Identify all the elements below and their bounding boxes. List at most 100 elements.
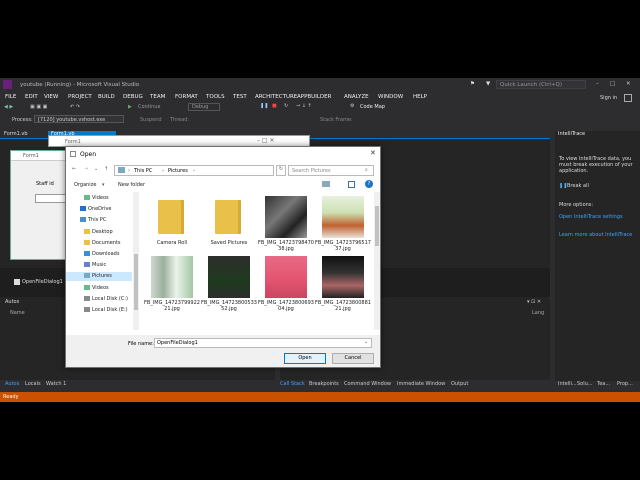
nav-item-pictures[interactable]: Pictures [66, 272, 132, 282]
close-icon[interactable]: ✕ [626, 81, 631, 87]
files-scrollbar[interactable] [374, 192, 380, 330]
search-icon[interactable]: ⌕ [365, 167, 368, 173]
menu-debug[interactable]: DEBUG [123, 94, 143, 100]
nav-item-desktop[interactable]: Desktop [66, 228, 132, 237]
cancel-button[interactable]: Cancel [332, 353, 374, 364]
open-button[interactable]: Open [284, 353, 326, 364]
right-tab-0[interactable]: Intelli... [558, 381, 577, 387]
suspend-button[interactable]: Suspend [140, 117, 162, 123]
continue-button[interactable]: Continue [138, 104, 160, 110]
break-all-link[interactable]: Break all [567, 183, 589, 189]
nav-item-documents[interactable]: Documents [66, 239, 132, 248]
autos-col-name[interactable]: Name [10, 310, 25, 316]
refresh-icon[interactable]: ↻ [276, 165, 286, 176]
learn-more-link[interactable]: Learn more about IntelliTrace [559, 232, 632, 238]
tab-form1-code[interactable]: Form1.vb [4, 131, 28, 137]
nav-item-local-disk-e-[interactable]: Local Disk (E:) [66, 306, 132, 315]
right-tab-3[interactable]: Prop... [617, 381, 633, 387]
view-options-icon[interactable] [322, 181, 330, 187]
tab-breakpoints[interactable]: Breakpoints [309, 381, 339, 387]
file-item[interactable]: FB_IMG_1472380088121.jpg [315, 256, 371, 316]
code-map-button[interactable]: Code Map [360, 104, 385, 110]
nav-item-videos[interactable]: Videos [66, 284, 132, 293]
file-item[interactable]: FB_IMG_1472379847038.jpg [258, 196, 314, 256]
minimize-icon[interactable]: – [596, 81, 599, 87]
tab-output[interactable]: Output [451, 381, 468, 387]
nav-item-music[interactable]: Music [66, 261, 132, 270]
menu-window[interactable]: WINDOW [378, 94, 403, 100]
menu-test[interactable]: TEST [233, 94, 247, 100]
back-forward-icon[interactable]: ◀ ▶ [4, 104, 13, 110]
nav-scroll-thumb[interactable] [134, 254, 138, 310]
menu-tools[interactable]: TOOLS [206, 94, 225, 100]
new-folder-button[interactable]: New folder [118, 182, 145, 188]
menu-team[interactable]: TEAM [150, 94, 165, 100]
menu-appbuilder[interactable]: APPBUILDER [297, 94, 331, 100]
tab-immediate-window[interactable]: Immediate Window [397, 381, 445, 387]
forward-icon[interactable]: → [84, 166, 88, 172]
undo-icon[interactable]: ↶ ↷ [70, 104, 80, 110]
step-icon[interactable]: → ↓ ↑ [296, 103, 312, 109]
tab-watch-1[interactable]: Watch 1 [46, 381, 66, 387]
process-dropdown[interactable]: [7120] youtube.vshost.exe [34, 115, 124, 123]
search-input[interactable]: Search Pictures [292, 168, 331, 174]
nav-item-onedrive[interactable]: OneDrive [66, 205, 132, 214]
tab-call-stack[interactable]: Call Stack [280, 381, 305, 387]
open-settings-link[interactable]: Open IntelliTrace settings [559, 214, 623, 220]
stop-icon[interactable]: ■ [272, 103, 277, 109]
breadcrumb-this-pc[interactable]: This PC [134, 168, 152, 174]
code-map-icon[interactable]: ⚙ [350, 103, 354, 109]
back-icon[interactable]: ← [72, 166, 76, 172]
nav-item-downloads[interactable]: Downloads [66, 250, 132, 259]
panel-pin-icon[interactable]: ▾ ⊡ ✕ [527, 299, 541, 305]
maximize-icon[interactable]: □ [610, 81, 615, 87]
preview-pane-icon[interactable] [348, 181, 355, 188]
menu-build[interactable]: BUILD [98, 94, 115, 100]
breadcrumb-pictures[interactable]: Pictures [168, 168, 188, 174]
tab-locals[interactable]: Locals [25, 381, 41, 387]
quick-launch-box[interactable]: Quick Launch (Ctrl+Q) [496, 80, 586, 89]
restart-icon[interactable]: ↻ [284, 103, 288, 109]
menu-format[interactable]: FORMAT [175, 94, 198, 100]
file-item[interactable]: Saved Pictures [201, 196, 247, 256]
file-item[interactable]: Camera Roll [144, 196, 188, 256]
file-name-field[interactable]: OpenFileDialog1 ⌄ [154, 338, 372, 348]
search-box[interactable]: Search Pictures ⌕ [288, 165, 374, 176]
tab-autos[interactable]: Autos [5, 381, 19, 387]
menu-view[interactable]: VIEW [44, 94, 58, 100]
file-item[interactable]: FB_IMG_1472379651737.jpg [315, 196, 371, 256]
pause-icon[interactable]: ❚❚ [260, 103, 268, 109]
file-item[interactable]: FB_IMG_1472379992221.jpg [144, 256, 200, 316]
callstack-col-lang[interactable]: Lang [532, 310, 544, 316]
staff-id-label[interactable]: Staff id [36, 181, 54, 187]
flag-icon[interactable]: ⚑ [470, 81, 475, 87]
tab-command-window[interactable]: Command Window [344, 381, 391, 387]
right-tab-1[interactable]: Solu... [577, 381, 593, 387]
dialog-close-icon[interactable]: ✕ [370, 149, 376, 157]
openfiledialog-component[interactable]: OpenFileDialog1 [22, 279, 63, 285]
organize-button[interactable]: Organize [74, 182, 96, 188]
menu-file[interactable]: FILE [5, 94, 16, 100]
menu-analyze[interactable]: ANALYZE [344, 94, 369, 100]
file-item[interactable]: FB_IMG_1472380069304.jpg [258, 256, 314, 316]
file-name-dropdown-icon[interactable]: ⌄ [364, 339, 368, 345]
address-bar[interactable]: › This PC › Pictures › ⌄ [114, 165, 305, 176]
nav-item-this-pc[interactable]: This PC [66, 216, 132, 225]
recent-dropdown-icon[interactable]: ⌄ [94, 166, 98, 172]
config-dropdown[interactable]: Debug [188, 103, 220, 111]
feedback-icon[interactable] [624, 94, 632, 102]
save-icon[interactable]: ▣ ▣ ▣ [30, 104, 47, 110]
continue-icon[interactable]: ▶ [128, 104, 132, 110]
nav-item-videos[interactable]: Videos [66, 194, 132, 203]
up-icon[interactable]: ↑ [104, 166, 108, 172]
nav-scrollbar[interactable] [133, 192, 139, 330]
file-item[interactable]: FB_IMG_1472380053352.jpg [201, 256, 257, 316]
menu-edit[interactable]: EDIT [25, 94, 38, 100]
nav-item-local-disk-c-[interactable]: Local Disk (C:) [66, 295, 132, 304]
sign-in-link[interactable]: Sign in [600, 95, 617, 101]
menu-architecture[interactable]: ARCHITECTURE [255, 94, 297, 100]
menu-help[interactable]: HELP [413, 94, 427, 100]
help-icon[interactable]: ? [365, 180, 373, 188]
right-tab-2[interactable]: Tea... [597, 381, 610, 387]
quick-launch-icon[interactable]: ▼ [486, 81, 490, 87]
